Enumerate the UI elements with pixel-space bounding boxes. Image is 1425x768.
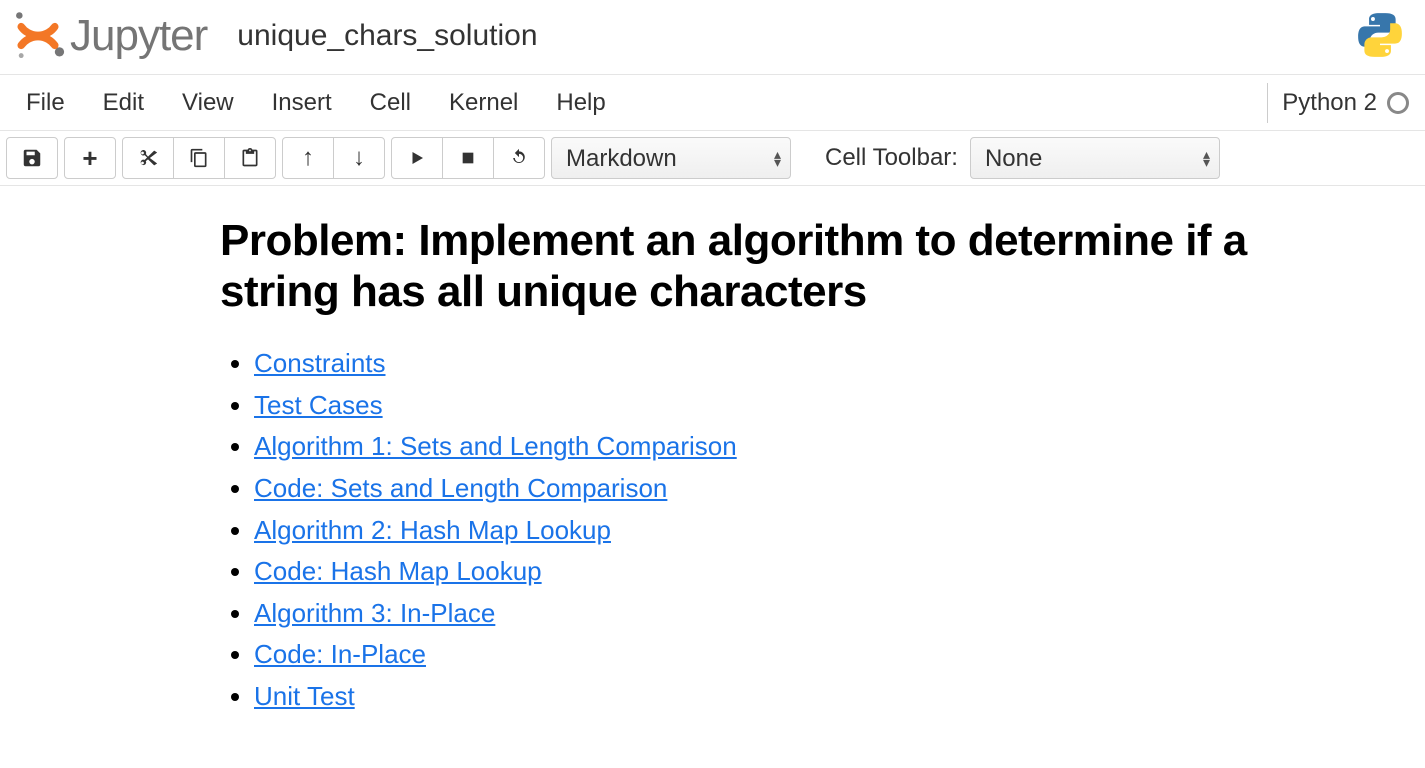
arrow-down-icon: ↓: [353, 144, 365, 172]
list-item: Code: In-Place: [254, 634, 1375, 676]
header: Jupyter unique_chars_solution: [0, 0, 1425, 75]
toc-link-code-1[interactable]: Code: Sets and Length Comparison: [254, 473, 667, 503]
cell-toolbar-select[interactable]: None: [970, 137, 1220, 179]
scissors-icon: [137, 147, 159, 169]
toc-link-code-3[interactable]: Code: In-Place: [254, 639, 426, 669]
interrupt-kernel-button[interactable]: [442, 137, 494, 179]
save-button[interactable]: [6, 137, 58, 179]
list-item: Algorithm 3: In-Place: [254, 593, 1375, 635]
toc-list: Constraints Test Cases Algorithm 1: Sets…: [220, 343, 1375, 717]
kernel-name: Python 2: [1282, 89, 1377, 117]
cell-rendered: Problem: Implement an algorithm to deter…: [220, 196, 1405, 718]
plus-icon: +: [82, 143, 97, 174]
toc-link-algorithm-2[interactable]: Algorithm 2: Hash Map Lookup: [254, 515, 611, 545]
refresh-icon: [509, 148, 529, 168]
arrow-up-icon: ↑: [302, 144, 314, 172]
paste-icon: [240, 148, 260, 168]
menu-view[interactable]: View: [172, 77, 262, 129]
toolbar: + ↑ ↓ Markdown ▴▾: [0, 131, 1425, 186]
save-icon: [21, 147, 43, 169]
insert-cell-below-button[interactable]: +: [64, 137, 116, 179]
toc-link-code-2[interactable]: Code: Hash Map Lookup: [254, 556, 542, 586]
menu-edit[interactable]: Edit: [93, 77, 172, 129]
menu-kernel[interactable]: Kernel: [439, 77, 546, 129]
run-cell-button[interactable]: [391, 137, 443, 179]
list-item: Code: Sets and Length Comparison: [254, 468, 1375, 510]
list-item: Constraints: [254, 343, 1375, 385]
toc-link-algorithm-3[interactable]: Algorithm 3: In-Place: [254, 598, 495, 628]
list-item: Algorithm 1: Sets and Length Comparison: [254, 426, 1375, 468]
paste-button[interactable]: [224, 137, 276, 179]
menubar: File Edit View Insert Cell Kernel Help P…: [0, 75, 1425, 131]
problem-heading: Problem: Implement an algorithm to deter…: [220, 216, 1375, 317]
menu-help[interactable]: Help: [546, 77, 633, 129]
toc-link-constraints[interactable]: Constraints: [254, 348, 386, 378]
toc-link-algorithm-1[interactable]: Algorithm 1: Sets and Length Comparison: [254, 431, 737, 461]
copy-button[interactable]: [173, 137, 225, 179]
list-item: Algorithm 2: Hash Map Lookup: [254, 510, 1375, 552]
cell-type-select[interactable]: Markdown: [551, 137, 791, 179]
cell-prompt: [20, 196, 220, 718]
stop-icon: [460, 150, 476, 166]
play-icon: [408, 149, 426, 167]
menu-items: File Edit View Insert Cell Kernel Help: [16, 77, 634, 129]
jupyter-logo[interactable]: Jupyter: [10, 8, 207, 64]
restart-kernel-button[interactable]: [493, 137, 545, 179]
notebook-title[interactable]: unique_chars_solution: [237, 19, 537, 53]
toc-link-unit-test[interactable]: Unit Test: [254, 681, 355, 711]
markdown-cell[interactable]: Problem: Implement an algorithm to deter…: [20, 196, 1405, 718]
copy-icon: [189, 148, 209, 168]
menu-insert[interactable]: Insert: [262, 77, 360, 129]
kernel-indicator-icon: [1387, 92, 1409, 114]
notebook-container: Problem: Implement an algorithm to deter…: [0, 186, 1425, 768]
cut-button[interactable]: [122, 137, 174, 179]
list-item: Code: Hash Map Lookup: [254, 551, 1375, 593]
move-cell-down-button[interactable]: ↓: [333, 137, 385, 179]
jupyter-logo-text: Jupyter: [70, 11, 207, 61]
cell-toolbar-label: Cell Toolbar:: [825, 144, 958, 172]
toc-link-test-cases[interactable]: Test Cases: [254, 390, 383, 420]
list-item: Test Cases: [254, 385, 1375, 427]
list-item: Unit Test: [254, 676, 1375, 718]
python-logo: [1355, 10, 1415, 63]
menu-cell[interactable]: Cell: [360, 77, 439, 129]
jupyter-icon: [10, 8, 66, 64]
menu-file[interactable]: File: [16, 77, 93, 129]
move-cell-up-button[interactable]: ↑: [282, 137, 334, 179]
